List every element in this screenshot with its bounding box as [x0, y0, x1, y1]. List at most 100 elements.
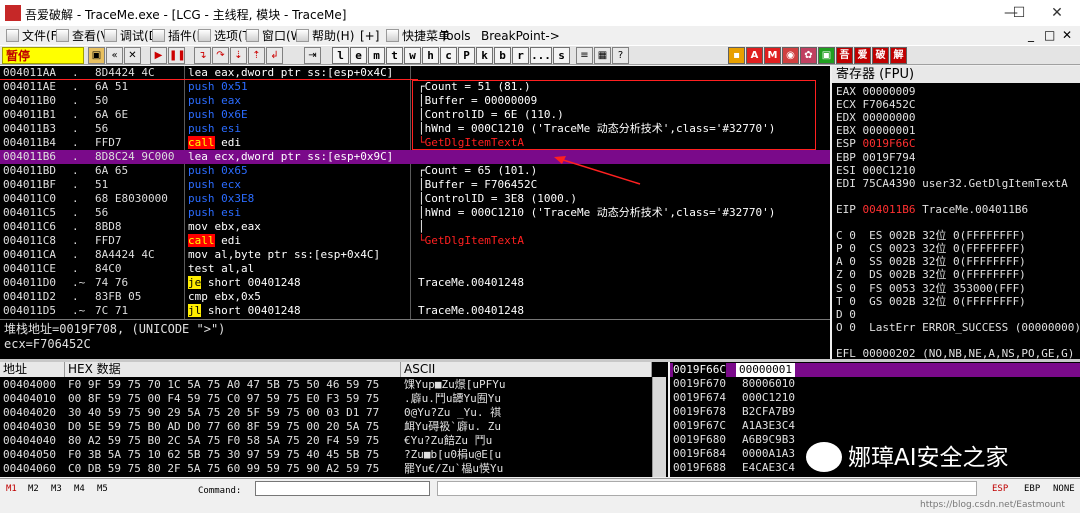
disasm-row[interactable]: 004011D5 .~ 7C 71 jl short 00401248 TraceMe.… — [0, 304, 830, 318]
registers-pane[interactable]: 寄存器 (FPU) EAX 00000009 ECX F706452C EDX 00… — [832, 66, 1080, 359]
disasm-row[interactable]: 004011BD. 6A 65 push 0x65 ┌Count = 65 (101.… — [0, 164, 830, 178]
register-line[interactable]: S 0 FS 0053 32位 353000(FFF) — [836, 282, 1080, 296]
step-over-icon[interactable]: ↷ — [212, 47, 229, 64]
list-icon[interactable]: ≡ — [576, 47, 593, 64]
register-line[interactable]: ESP 0019F66C — [836, 137, 1080, 151]
toolbar-source-button[interactable]: s — [553, 47, 570, 64]
ebp-toggle-button[interactable]: EBP — [1024, 483, 1040, 495]
mode-m3-button[interactable]: M3 — [51, 483, 62, 495]
register-line[interactable]: EDI 75CA4390 user32.GetDlgItemTextA — [836, 177, 1080, 191]
stack-row[interactable]: 0019F678 B2CFA7B9 — [670, 405, 1080, 419]
toolbar-executables-button[interactable]: e — [350, 47, 367, 64]
brand-jie-button[interactable]: 解 — [890, 47, 907, 64]
none-toggle-button[interactable]: NONE — [1053, 483, 1075, 495]
disasm-row[interactable]: 004011BF. 51 push ecx │Buffer = F706452C — [0, 178, 830, 192]
dump-header-address[interactable]: 地址 — [0, 362, 65, 377]
plugin-green-icon[interactable]: ▣ — [818, 47, 835, 64]
toolbar-threads-button[interactable]: t — [386, 47, 403, 64]
register-line[interactable]: A 0 SS 002B 32位 0(FFFFFFFF) — [836, 255, 1080, 269]
menu-help[interactable]: 帮助(H) — [296, 28, 354, 44]
disasm-row[interactable]: 004011CA. 8A4424 4C mov al,byte ptr ss:[es… — [0, 248, 830, 262]
goto-icon[interactable]: ⇥ — [304, 47, 321, 64]
plugin-m-icon[interactable]: M — [764, 47, 781, 64]
register-line[interactable]: C 0 ES 002B 32位 0(FFFFFFFF) — [836, 229, 1080, 243]
command-input[interactable] — [255, 481, 430, 496]
grid-icon[interactable]: ▦ — [594, 47, 611, 64]
toolbar-cpu-button[interactable]: c — [440, 47, 457, 64]
register-line[interactable]: EBP 0019F794 — [836, 151, 1080, 165]
disasm-row[interactable]: 004011C0. 68 E8030000 push 0x3E8 │ControlID… — [0, 192, 830, 206]
mode-m2-button[interactable]: M2 — [28, 483, 39, 495]
close-button[interactable]: ✕ — [1034, 0, 1080, 26]
dump-header-ascii[interactable]: ASCII — [401, 362, 652, 377]
stack-row[interactable]: 0019F66C 00000001 — [670, 363, 1080, 377]
mdi-close-button[interactable]: ✕ — [1062, 27, 1072, 43]
mdi-minimize-button[interactable]: _ — [1028, 27, 1034, 43]
stack-row[interactable]: 0019F674 000C1210 — [670, 391, 1080, 405]
plugin-target-icon[interactable]: ◉ — [782, 47, 799, 64]
stack-row[interactable]: 0019F67C A1A3E3C4 — [670, 419, 1080, 433]
register-line[interactable]: EDX 00000000 — [836, 111, 1080, 125]
brand-wu-button[interactable]: 吾 — [836, 47, 853, 64]
toolbar-references-button[interactable]: r — [512, 47, 529, 64]
memory-dump-pane[interactable]: 地址 HEX 数据 ASCII 00404000 F0 9F 59 75 70 1… — [0, 362, 668, 477]
stack-row[interactable]: 0019F670 80006010 — [670, 377, 1080, 391]
dump-row[interactable]: 00404020 30 40 59 75 90 29 5A 75 20 5F 59… — [0, 406, 668, 420]
toolbar-patches-button[interactable]: P — [458, 47, 475, 64]
register-line[interactable]: ECX F706452C — [836, 98, 1080, 112]
dump-row[interactable]: 00404010 00 8F 59 75 00 F4 59 75 C0 97 59… — [0, 392, 668, 406]
mdi-restore-button[interactable]: □ — [1044, 27, 1055, 43]
trace-over-icon[interactable]: ⇡ — [248, 47, 265, 64]
dump-row[interactable]: 00404040 80 A2 59 75 B0 2C 5A 75 F0 58 5A… — [0, 434, 668, 448]
register-line[interactable]: O 0 LastErr ERROR_SUCCESS (00000000) — [836, 321, 1080, 335]
brand-po-button[interactable]: 破 — [872, 47, 889, 64]
disasm-row[interactable]: 004011C6. 8BD8 mov ebx,eax │ — [0, 220, 830, 234]
disasm-row[interactable]: 004011AA. 8D4424 4C lea eax,dword ptr ss:[… — [0, 66, 830, 80]
disasm-row[interactable]: 004011C5. 56 push esi │hWnd = 000C1210 ('Tr… — [0, 206, 830, 220]
mode-m1-button[interactable]: M1 — [6, 483, 17, 495]
mode-m4-button[interactable]: M4 — [74, 483, 85, 495]
register-line[interactable]: Z 0 DS 002B 32位 0(FFFFFFFF) — [836, 268, 1080, 282]
toolbar-log-button[interactable]: l — [332, 47, 349, 64]
help-question-icon[interactable]: ? — [612, 47, 629, 64]
menu-tools[interactable]: Tools — [441, 28, 471, 44]
disasm-row[interactable]: 004011CE. 84C0 test al,al — [0, 262, 830, 276]
trace-into-icon[interactable]: ⇣ — [230, 47, 247, 64]
register-line[interactable]: P 0 CS 0023 32位 0(FFFFFFFF) — [836, 242, 1080, 256]
disasm-row[interactable]: 004011B6. 8D8C24 9C000 lea ecx,dword ptr s… — [0, 150, 830, 164]
rewind-icon[interactable]: « — [106, 47, 123, 64]
register-line[interactable]: EAX 00000009 — [836, 85, 1080, 99]
disasm-row[interactable]: 004011D2. 83FB 05 cmp ebx,0x5 — [0, 290, 830, 304]
register-line[interactable]: EIP 004011B6 TraceMe.004011B6 — [836, 203, 1080, 217]
toolbar-handles-button[interactable]: h — [422, 47, 439, 64]
dump-scrollbar[interactable] — [652, 377, 666, 477]
register-line[interactable]: ESI 000C1210 — [836, 164, 1080, 178]
brand-ai-button[interactable]: 爱 — [854, 47, 871, 64]
disassembly-pane[interactable]: 004011AA. 8D4424 4C lea eax,dword ptr ss:[… — [0, 66, 830, 319]
dump-row[interactable]: 00404000 F0 9F 59 75 70 1C 5A 75 A0 47 5B… — [0, 378, 668, 392]
register-line[interactable]: EBX 00000001 — [836, 124, 1080, 138]
toolbar-callstack-button[interactable]: k — [476, 47, 493, 64]
toolbar-runtrace-button[interactable]: ... — [530, 47, 552, 64]
register-line[interactable]: EFL 00000202 (NO,NB,NE,A,NS,PO,GE,G) — [836, 347, 1080, 359]
plugin-gear-icon[interactable]: ✿ — [800, 47, 817, 64]
toolbar-memory-button[interactable]: m — [368, 47, 385, 64]
run-icon[interactable]: ▶ — [150, 47, 167, 64]
open-icon[interactable]: ▣ — [88, 47, 105, 64]
execute-till-return-icon[interactable]: ↲ — [266, 47, 283, 64]
plugin-a-icon[interactable]: A — [746, 47, 763, 64]
toolbar-windows-button[interactable]: w — [404, 47, 421, 64]
plugin-1-icon[interactable]: ▪ — [728, 47, 745, 64]
toolbar-breakpoints-button[interactable]: b — [494, 47, 511, 64]
mode-m5-button[interactable]: M5 — [97, 483, 108, 495]
close-file-icon[interactable]: ✕ — [124, 47, 141, 64]
disasm-row[interactable]: 004011C8. FFD7 call edi └GetDlgItemTextA — [0, 234, 830, 248]
disasm-row[interactable]: 004011D0 .~ 74 76 je short 00401248 TraceMe.… — [0, 276, 830, 290]
menu-file[interactable]: 文件(F) — [6, 28, 62, 44]
step-into-icon[interactable]: ↴ — [194, 47, 211, 64]
menu-breakpoint[interactable]: BreakPoint-> — [481, 28, 560, 44]
pause-icon[interactable]: ❚❚ — [168, 47, 186, 64]
register-line[interactable]: T 0 GS 002B 32位 0(FFFFFFFF) — [836, 295, 1080, 309]
esp-toggle-button[interactable]: ESP — [992, 483, 1008, 495]
dump-row[interactable]: 00404060 C0 DB 59 75 80 2F 5A 75 60 99 59… — [0, 462, 668, 476]
